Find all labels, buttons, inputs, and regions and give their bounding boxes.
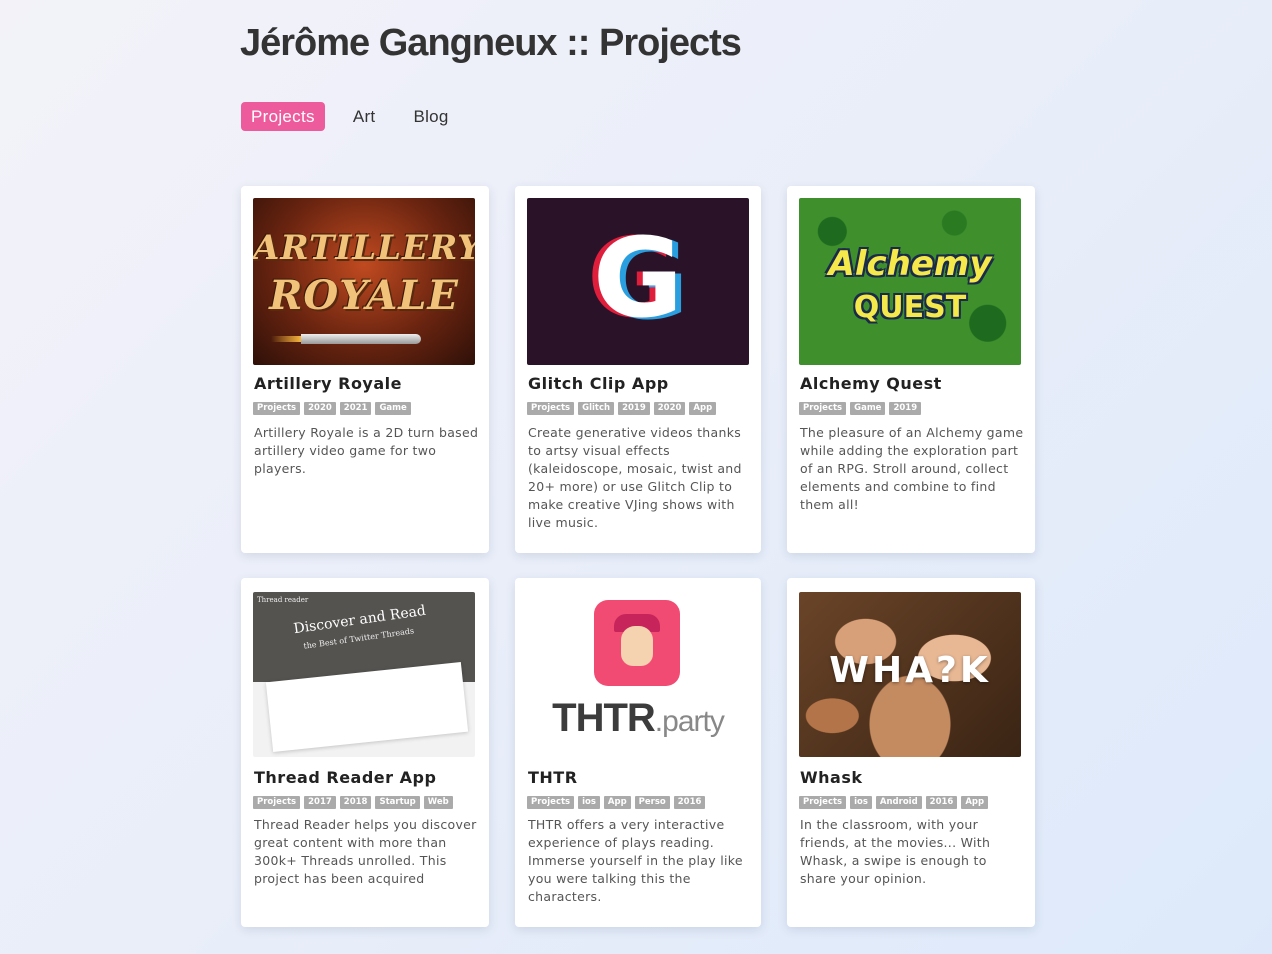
tag[interactable]: 2017 — [304, 796, 336, 809]
tag[interactable]: Projects — [799, 402, 847, 415]
project-title[interactable]: Whask — [800, 768, 863, 787]
nav-link-art[interactable]: Art — [343, 102, 386, 131]
nav-link-projects[interactable]: Projects — [241, 102, 325, 131]
project-title[interactable]: THTR — [528, 768, 578, 787]
tag[interactable]: 2018 — [339, 796, 372, 809]
project-title[interactable]: Glitch Clip App — [528, 374, 669, 393]
thumbnail-logo-line: QUEST — [853, 290, 967, 325]
project-card-alchemy-quest[interactable]: Alchemy QUEST Alchemy Quest Projects Gam… — [787, 186, 1035, 553]
tag[interactable]: Projects — [799, 796, 847, 809]
project-card-glitch-clip[interactable]: G G G Glitch Clip App Projects Glitch 20… — [515, 186, 761, 553]
tag[interactable]: 2021 — [339, 402, 372, 415]
whask-wordmark: WHA?K — [829, 650, 991, 691]
project-description: THTR offers a very interactive experienc… — [528, 817, 743, 904]
project-title[interactable]: Thread Reader App — [254, 768, 436, 787]
project-title[interactable]: Artillery Royale — [254, 374, 402, 393]
tag-list: Projects 2020 2021 Game — [253, 402, 411, 415]
tag[interactable]: Startup — [375, 796, 420, 809]
project-thumbnail[interactable]: Thread reader Discover and Read the Best… — [253, 592, 475, 757]
project-description: The pleasure of an Alchemy game while ad… — [800, 425, 1024, 512]
rocket-graphic — [271, 334, 421, 344]
thtr-app-icon — [594, 600, 680, 686]
tag[interactable]: ios — [578, 796, 600, 809]
thumbnail-logo-line: Alchemy — [828, 244, 992, 284]
tag[interactable]: Game — [850, 402, 886, 415]
glitch-g-logo: G — [592, 214, 684, 342]
project-thumbnail[interactable]: WHA?K — [799, 592, 1021, 757]
page-title: Jérôme Gangneux :: Projects — [240, 22, 742, 64]
project-card-thread-reader[interactable]: Thread reader Discover and Read the Best… — [241, 578, 489, 927]
tag-list: Projects 2017 2018 Startup Web — [253, 796, 453, 809]
project-description: Create generative videos thanks to artsy… — [528, 425, 742, 530]
tag[interactable]: App — [603, 796, 631, 809]
tag[interactable]: 2020 — [304, 402, 336, 415]
project-description: Thread Reader helps you discover great c… — [254, 817, 477, 886]
thread-reader-logo: Thread reader — [257, 596, 309, 604]
tag[interactable]: ios — [850, 796, 872, 809]
project-card-artillery-royale[interactable]: ARTILLERY ROYALE Artillery Royale Projec… — [241, 186, 489, 553]
nav-link-blog[interactable]: Blog — [403, 102, 458, 131]
main-nav: Projects Art Blog — [241, 102, 459, 131]
tag[interactable]: 2016 — [673, 796, 706, 809]
tag[interactable]: Glitch — [578, 402, 615, 415]
tag[interactable]: Projects — [253, 796, 301, 809]
tag[interactable]: Web — [423, 796, 453, 809]
thumbnail-logo-line: ARTILLERY — [253, 228, 475, 268]
tag[interactable]: Projects — [253, 402, 301, 415]
tag-list: Projects ios App Perso 2016 — [527, 796, 706, 809]
project-description: Artillery Royale is a 2D turn based arti… — [254, 425, 479, 476]
tag[interactable]: Android — [875, 796, 922, 809]
thumbnail-logo-line: ROYALE — [269, 272, 459, 319]
project-card-thtr[interactable]: THTR.party THTR Projects ios App Perso 2… — [515, 578, 761, 927]
project-thumbnail[interactable]: Alchemy QUEST — [799, 198, 1021, 365]
project-title[interactable]: Alchemy Quest — [800, 374, 942, 393]
tag[interactable]: 2016 — [925, 796, 958, 809]
tag[interactable]: 2019 — [618, 402, 650, 415]
tag[interactable]: Projects — [527, 402, 575, 415]
tag[interactable]: Projects — [527, 796, 575, 809]
thtr-wordmark-suffix: .party — [654, 705, 725, 738]
thtr-wordmark: THTR.party — [527, 696, 749, 741]
tag[interactable]: 2020 — [653, 402, 686, 415]
project-thumbnail[interactable]: ARTILLERY ROYALE — [253, 198, 475, 365]
project-thumbnail[interactable]: G G G — [527, 198, 749, 365]
face-graphic — [621, 626, 653, 666]
project-description: In the classroom, with your friends, at … — [800, 817, 991, 886]
tag-list: Projects ios Android 2016 App — [799, 796, 989, 809]
tag[interactable]: 2019 — [889, 402, 922, 415]
tag[interactable]: App — [689, 402, 717, 415]
tag[interactable]: App — [961, 796, 989, 809]
tag-list: Projects Glitch 2019 2020 App — [527, 402, 717, 415]
thtr-wordmark-main: THTR — [552, 696, 656, 740]
project-thumbnail[interactable]: THTR.party — [527, 592, 749, 757]
tag-list: Projects Game 2019 — [799, 402, 922, 415]
tag[interactable]: Game — [375, 402, 411, 415]
project-card-whask[interactable]: WHA?K Whask Projects ios Android 2016 Ap… — [787, 578, 1035, 927]
tag[interactable]: Perso — [634, 796, 670, 809]
